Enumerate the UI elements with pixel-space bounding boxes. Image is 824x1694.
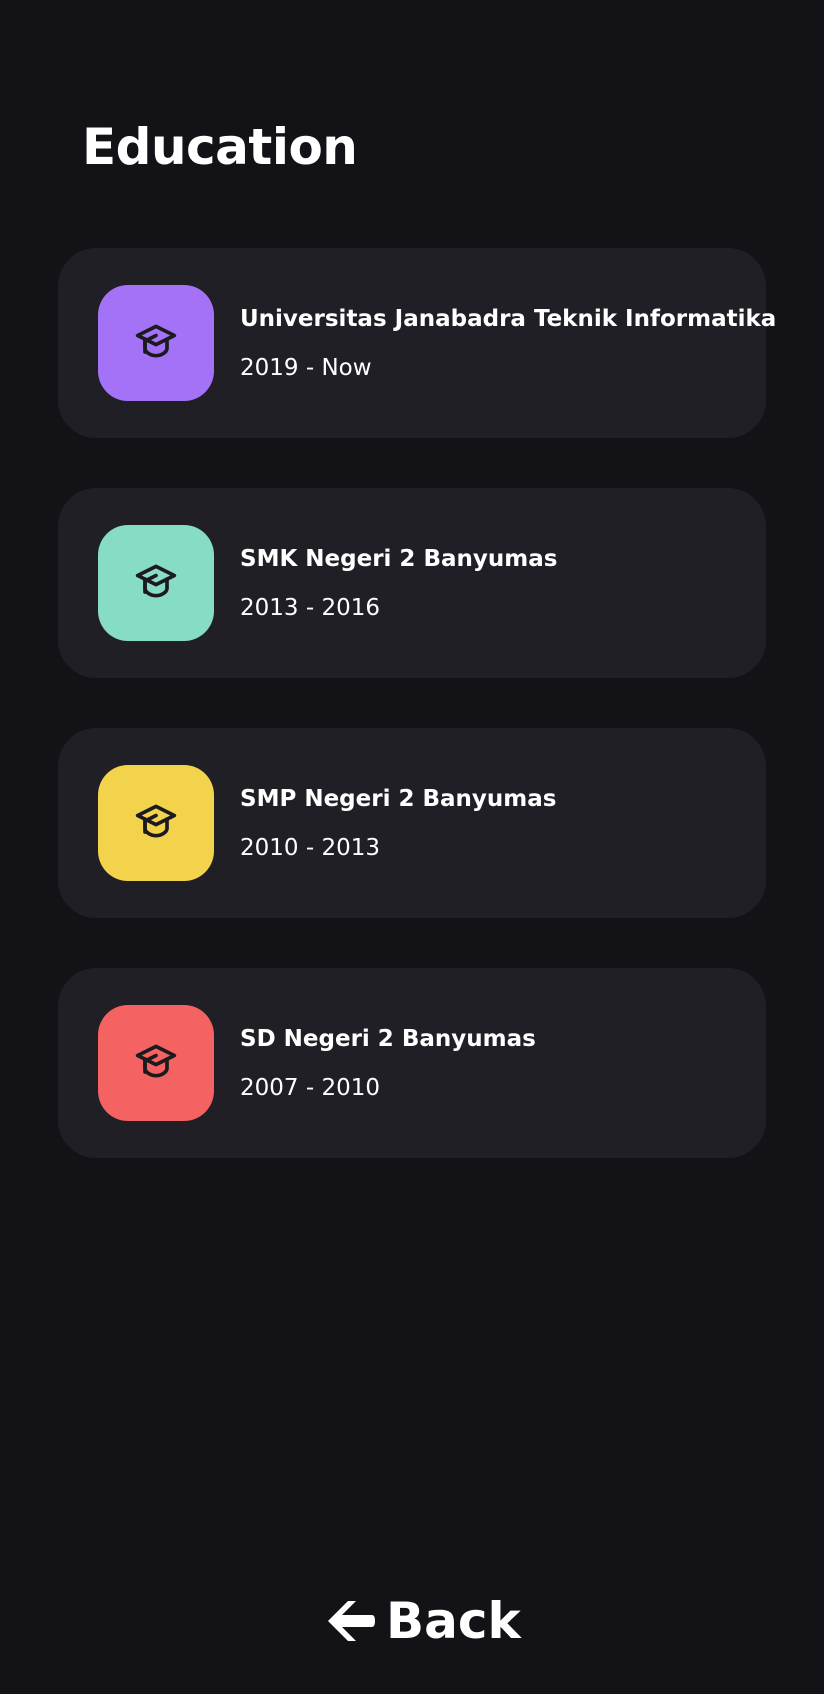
back-button[interactable]: Back (326, 1590, 521, 1652)
school-name: SMK Negeri 2 Banyumas (240, 545, 558, 572)
school-period: 2013 - 2016 (240, 594, 380, 621)
school-period: 2007 - 2010 (240, 1074, 380, 1101)
education-card: Universitas Janabadra Teknik Informatika… (58, 248, 776, 438)
graduation-cap-icon (134, 319, 178, 367)
education-page: Education Universitas Janabadra Teknik I… (0, 0, 824, 1694)
education-list: Universitas Janabadra Teknik Informatika… (58, 248, 776, 1208)
education-text: SMP Negeri 2 Banyumas 2010 - 2013 (240, 784, 556, 863)
school-name: Universitas Janabadra Teknik Informatika (240, 305, 777, 332)
graduation-cap-icon (134, 559, 178, 607)
school-name: SD Negeri 2 Banyumas (240, 1025, 536, 1052)
arrow-left-icon (326, 1599, 376, 1643)
education-text: Universitas Janabadra Teknik Informatika… (240, 304, 776, 383)
education-card: SMP Negeri 2 Banyumas 2010 - 2013 (58, 728, 766, 918)
back-label: Back (386, 1592, 521, 1650)
education-icon-tile (98, 765, 214, 881)
education-text: SMK Negeri 2 Banyumas 2013 - 2016 (240, 544, 557, 623)
education-icon-tile (98, 525, 214, 641)
graduation-cap-icon (134, 799, 178, 847)
education-card: SMK Negeri 2 Banyumas 2013 - 2016 (58, 488, 766, 678)
education-icon-tile (98, 285, 214, 401)
school-period: 2019 - Now (240, 354, 372, 381)
school-name: SMP Negeri 2 Banyumas (240, 785, 557, 812)
page-title: Education (82, 118, 358, 176)
education-text: SD Negeri 2 Banyumas 2007 - 2010 (240, 1024, 536, 1103)
school-period: 2010 - 2013 (240, 834, 380, 861)
education-icon-tile (98, 1005, 214, 1121)
education-card: SD Negeri 2 Banyumas 2007 - 2010 (58, 968, 766, 1158)
graduation-cap-icon (134, 1039, 178, 1087)
